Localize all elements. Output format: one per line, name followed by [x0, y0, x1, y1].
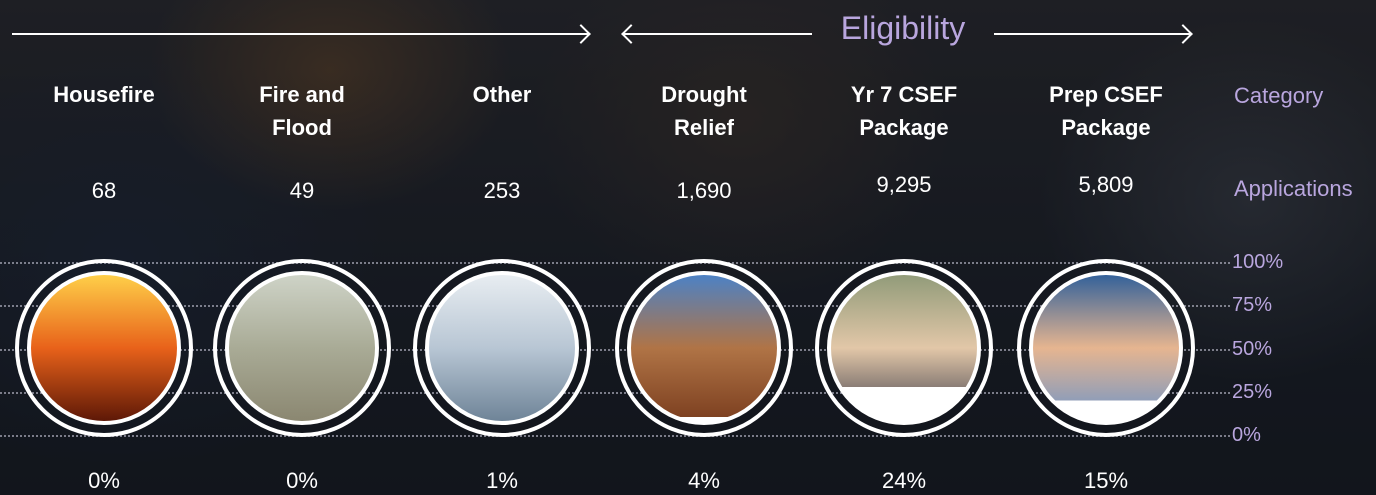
percent-fill — [427, 421, 577, 423]
house-fire-image — [27, 271, 181, 425]
schoolgirl-image — [425, 271, 579, 425]
cracked-earth-image — [627, 271, 781, 425]
percent-value: 4% — [688, 468, 720, 493]
percent-value: 1% — [486, 468, 518, 493]
circle-gauge-chart — [15, 259, 1195, 437]
percent-value: 0% — [88, 468, 120, 493]
percent-value: 15% — [1083, 468, 1129, 493]
flood-stop-sign-image — [225, 271, 379, 425]
percent-value: 24% — [881, 468, 927, 493]
percent-value: 0% — [286, 468, 318, 493]
